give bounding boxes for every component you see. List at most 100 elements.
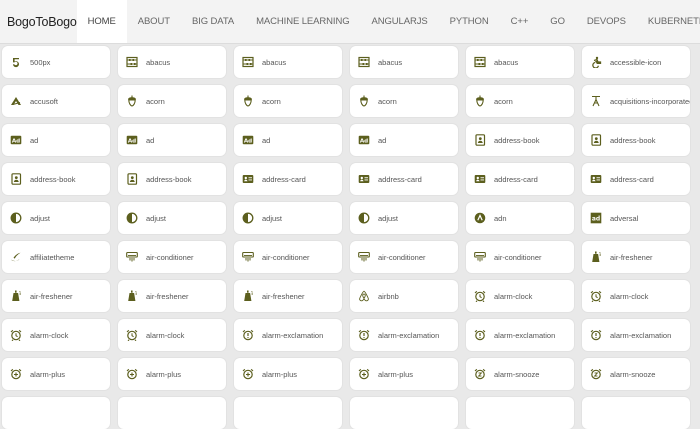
nav-tab-home[interactable]: HOME [76, 0, 127, 43]
brand-logo[interactable]: BogoToBogo [0, 0, 77, 43]
icon-card[interactable] [582, 397, 690, 429]
icon-card[interactable]: alarm-clock [466, 280, 574, 312]
icon-label: affiliatetheme [30, 252, 75, 262]
alarm-exclamation-icon [590, 329, 602, 341]
icon-card[interactable] [234, 397, 342, 429]
icon-label: abacus [378, 57, 403, 67]
alarm-snooze-icon [590, 368, 602, 380]
icon-card[interactable]: address-book [466, 124, 574, 156]
icon-card[interactable]: acorn [118, 85, 226, 117]
icon-label: accessible-icon [610, 57, 662, 67]
icon-card[interactable]: abacus [350, 46, 458, 78]
icon-label: ad [30, 135, 39, 145]
nav-tab-machine-learning[interactable]: MACHINE LEARNING [245, 0, 360, 43]
icon-label: acquisitions-incorporated [610, 96, 690, 106]
svg-text:Ad: Ad [244, 138, 252, 144]
icon-card[interactable]: alarm-exclamation [350, 319, 458, 351]
icon-card[interactable] [466, 397, 574, 429]
icon-label: abacus [494, 57, 519, 67]
icon-card[interactable]: adjust [2, 202, 110, 234]
icon-card[interactable]: air-freshener [582, 241, 690, 273]
icon-card[interactable]: alarm-clock [2, 319, 110, 351]
icon-label: 500px [30, 57, 51, 67]
icon-label: ad [146, 135, 155, 145]
icon-card[interactable]: adjust [118, 202, 226, 234]
icon-label: air-conditioner [494, 252, 542, 262]
address-card-icon [474, 173, 486, 185]
nav-tab-about[interactable]: ABOUT [127, 0, 181, 43]
icon-card[interactable]: affiliatetheme [2, 241, 110, 273]
icon-card[interactable]: alarm-plus [234, 358, 342, 390]
icon-card[interactable]: Ad ad [350, 124, 458, 156]
icon-card[interactable]: address-card [234, 163, 342, 195]
nav-tab-go[interactable]: GO [539, 0, 576, 43]
icon-card[interactable]: acorn [350, 85, 458, 117]
icon-card[interactable]: accusoft [2, 85, 110, 117]
icon-card[interactable]: address-book [118, 163, 226, 195]
nav-tab-big-data[interactable]: BIG DATA [181, 0, 245, 43]
icon-card[interactable]: Ad ad [118, 124, 226, 156]
icon-card[interactable]: adn [466, 202, 574, 234]
icon-label: air-conditioner [146, 252, 194, 262]
icon-card[interactable]: air-conditioner [466, 241, 574, 273]
icon-card[interactable]: address-card [582, 163, 690, 195]
icon-label: address-book [494, 135, 540, 145]
icon-card[interactable]: address-card [350, 163, 458, 195]
icon-card[interactable]: acquisitions-incorporated [582, 85, 690, 117]
icon-card[interactable]: alarm-clock [582, 280, 690, 312]
nav-tab-c[interactable]: C++ [500, 0, 540, 43]
icon-card[interactable]: alarm-exclamation [234, 319, 342, 351]
icon-label: adjust [30, 213, 51, 223]
icon-card[interactable]: alarm-plus [2, 358, 110, 390]
icon-card[interactable]: alarm-clock [118, 319, 226, 351]
icon-card[interactable]: airbnb [350, 280, 458, 312]
icon-card[interactable]: alarm-plus [118, 358, 226, 390]
icon-card[interactable]: alarm-exclamation [582, 319, 690, 351]
icon-card[interactable]: adjust [234, 202, 342, 234]
svg-text:Ad: Ad [128, 138, 136, 144]
air-conditioner-icon [474, 251, 486, 263]
adjust-icon [358, 212, 370, 224]
adjust-icon [242, 212, 254, 224]
icon-card[interactable]: address-book [582, 124, 690, 156]
icon-card[interactable]: air-freshener [118, 280, 226, 312]
icon-card[interactable]: air-freshener [2, 280, 110, 312]
icon-label: ad [378, 135, 387, 145]
svg-text:Ad: Ad [360, 138, 368, 144]
nav-tab-kubernetes[interactable]: KUBERNETES [637, 0, 700, 43]
icon-card[interactable]: abacus [466, 46, 574, 78]
icon-card[interactable]: acorn [234, 85, 342, 117]
icon-card[interactable]: address-card [466, 163, 574, 195]
nav-tab-python[interactable]: PYTHON [439, 0, 500, 43]
address-card-icon [242, 173, 254, 185]
icon-card[interactable]: abacus [118, 46, 226, 78]
icon-card[interactable]: alarm-snooze [466, 358, 574, 390]
icon-card[interactable]: acorn [466, 85, 574, 117]
icon-card[interactable] [350, 397, 458, 429]
icon-card[interactable]: alarm-exclamation [466, 319, 574, 351]
icon-card[interactable]: Ad ad [2, 124, 110, 156]
address-book-icon [126, 173, 138, 185]
nav-tab-devops[interactable]: DEVOPS [576, 0, 637, 43]
icon-label: alarm-clock [610, 291, 649, 301]
icon-card[interactable] [2, 397, 110, 429]
icon-card[interactable]: air-conditioner [118, 241, 226, 273]
icon-card[interactable]: ad adversal [582, 202, 690, 234]
alarm-clock-icon [474, 290, 486, 302]
icon-label: acorn [378, 96, 397, 106]
icon-card[interactable]: air-conditioner [350, 241, 458, 273]
icon-card[interactable]: air-freshener [234, 280, 342, 312]
icon-card[interactable]: abacus [234, 46, 342, 78]
icon-card[interactable] [118, 397, 226, 429]
air-freshener-icon [10, 290, 22, 302]
nav-tab-angularjs[interactable]: ANGULARJS [361, 0, 439, 43]
icon-card[interactable]: address-book [2, 163, 110, 195]
icon-card[interactable]: air-conditioner [234, 241, 342, 273]
icon-card[interactable]: 500px [2, 46, 110, 78]
icon-label: alarm-exclamation [494, 330, 556, 340]
icon-card[interactable]: alarm-snooze [582, 358, 690, 390]
icon-card[interactable]: Ad ad [234, 124, 342, 156]
icon-card[interactable]: accessible-icon [582, 46, 690, 78]
icon-card[interactable]: adjust [350, 202, 458, 234]
icon-card[interactable]: alarm-plus [350, 358, 458, 390]
